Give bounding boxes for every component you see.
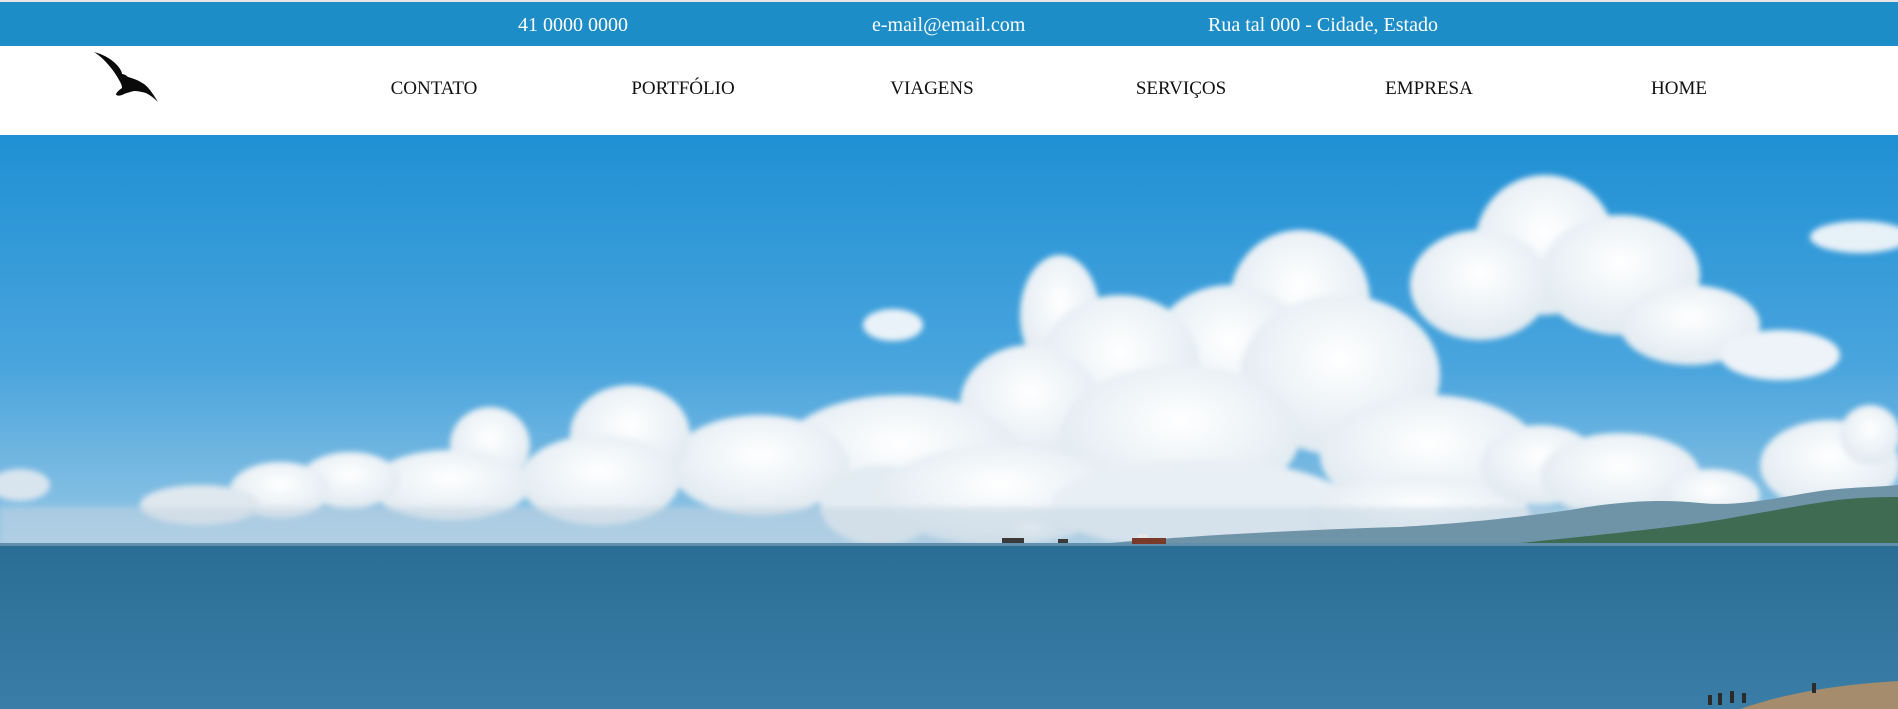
phone-number[interactable]: 41 0000 0000 <box>518 15 628 35</box>
bird-icon <box>94 52 158 102</box>
sky-clouds-sea-photo <box>0 135 1898 709</box>
nav-link-viagens[interactable]: VIAGENS <box>890 79 973 99</box>
nav-link-portfolio[interactable]: PORTFÓLIO <box>631 79 734 99</box>
street-address: Rua tal 000 - Cidade, Estado <box>1208 14 1438 36</box>
email-address[interactable]: e-mail@email.com <box>872 15 1025 35</box>
main-navigation: CONTATO PORTFÓLIO VIAGENS SERVIÇOS EMPRE… <box>0 46 1898 135</box>
hero-banner <box>0 135 1898 709</box>
nav-link-empresa[interactable]: EMPRESA <box>1385 79 1473 99</box>
top-contact-bar: 41 0000 0000 e-mail@email.com Rua tal 00… <box>0 0 1898 46</box>
nav-link-home[interactable]: HOME <box>1651 79 1707 99</box>
nav-link-contato[interactable]: CONTATO <box>391 79 478 99</box>
logo[interactable] <box>92 50 164 114</box>
nav-link-servicos[interactable]: SERVIÇOS <box>1136 79 1226 99</box>
